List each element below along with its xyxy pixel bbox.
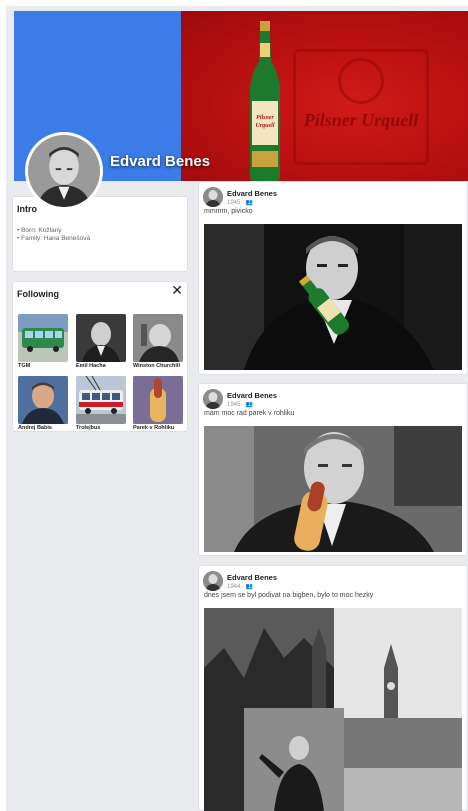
intro-title: Intro bbox=[17, 204, 37, 214]
trolleybus-thumbnail bbox=[76, 376, 126, 424]
post-avatar[interactable] bbox=[203, 187, 223, 207]
post-text: mam moc rad parek v rohliku bbox=[204, 410, 295, 417]
cover-logo-text: Pilsner Urquell bbox=[303, 110, 419, 130]
close-icon[interactable]: ✕ bbox=[171, 282, 183, 299]
post-author[interactable]: Edvard Benes bbox=[227, 573, 277, 582]
friends-icon: 👥 bbox=[245, 402, 254, 408]
post-author[interactable]: Edvard Benes bbox=[227, 391, 277, 400]
post-meta: 1945 · 👥 bbox=[227, 402, 254, 408]
following-item-tgm[interactable]: TGM bbox=[18, 314, 68, 369]
post-year: 1945 bbox=[227, 402, 241, 408]
post-meta: 1944 · 👥 bbox=[227, 584, 254, 590]
hotdog-thumbnail bbox=[133, 376, 183, 424]
post-text: dnes jsem se byl podivat na bigben, bylo… bbox=[204, 592, 374, 599]
post-image[interactable] bbox=[204, 608, 462, 811]
profile-page: Pilsner Urquell Pilsner Urquell Edvard B… bbox=[6, 6, 468, 811]
following-label: Emil Hacha bbox=[76, 363, 106, 369]
profile-picture[interactable] bbox=[25, 132, 103, 210]
intro-card: Intro Born: Kožlany Family: Hana Benešov… bbox=[12, 196, 188, 272]
following-item-parek-v-rohliku[interactable]: Parek v Rohliku bbox=[133, 376, 183, 431]
post-3: Edvard Benes 1944 · 👥 dnes jsem se byl p… bbox=[198, 565, 468, 811]
post-author[interactable]: Edvard Benes bbox=[227, 189, 277, 198]
svg-text:Urquell: Urquell bbox=[255, 123, 274, 129]
cover-red-panel: Pilsner Urquell bbox=[181, 11, 468, 181]
following-label: Winston Churchill bbox=[133, 363, 181, 369]
bus-thumbnail bbox=[18, 314, 68, 362]
following-label: Andrej Babis bbox=[18, 425, 52, 431]
friends-icon: 👥 bbox=[245, 584, 254, 590]
portrait-thumbnail bbox=[133, 314, 183, 362]
post-meta: 1945 · 👥 bbox=[227, 200, 254, 206]
intro-details: Born: Kožlany Family: Hana Benešová bbox=[17, 227, 90, 243]
portrait-thumbnail bbox=[18, 376, 68, 424]
post-1: Edvard Benes 1945 · 👥 mmmm, pivicko bbox=[198, 181, 468, 375]
post-year: 1945 bbox=[227, 200, 241, 206]
post-image[interactable] bbox=[204, 224, 462, 370]
following-label: TGM bbox=[18, 363, 31, 369]
post-2: Edvard Benes 1945 · 👥 mam moc rad parek … bbox=[198, 383, 468, 556]
post-avatar[interactable] bbox=[203, 389, 223, 409]
following-item-winston-churchill[interactable]: Winston Churchill bbox=[133, 314, 183, 369]
following-item-andrej-babis[interactable]: Andrej Babis bbox=[18, 376, 68, 431]
post-image[interactable] bbox=[204, 426, 462, 552]
pilsner-logo: Pilsner Urquell bbox=[293, 49, 429, 165]
beer-bottle-image: Pilsner Urquell bbox=[250, 21, 280, 181]
following-label: Trolejbus bbox=[76, 425, 101, 431]
svg-text:Pilsner: Pilsner bbox=[256, 115, 274, 121]
intro-born: Born: Kožlany bbox=[17, 227, 90, 235]
portrait-thumbnail bbox=[76, 314, 126, 362]
following-item-trolejbus[interactable]: Trolejbus bbox=[76, 376, 126, 431]
following-label: Parek v Rohliku bbox=[133, 425, 175, 431]
post-text: mmmm, pivicko bbox=[204, 208, 253, 215]
post-year: 1944 bbox=[227, 584, 241, 590]
friends-icon: 👥 bbox=[245, 200, 254, 206]
intro-family: Family: Hana Benešová bbox=[17, 235, 90, 243]
profile-name[interactable]: Edvard Benes bbox=[110, 153, 210, 170]
following-item-emil-hacha[interactable]: Emil Hacha bbox=[76, 314, 126, 369]
following-title: Following bbox=[17, 289, 59, 299]
following-card: Following ✕ TGM Emil Hacha Winston Churc… bbox=[12, 281, 188, 432]
post-avatar[interactable] bbox=[203, 571, 223, 591]
